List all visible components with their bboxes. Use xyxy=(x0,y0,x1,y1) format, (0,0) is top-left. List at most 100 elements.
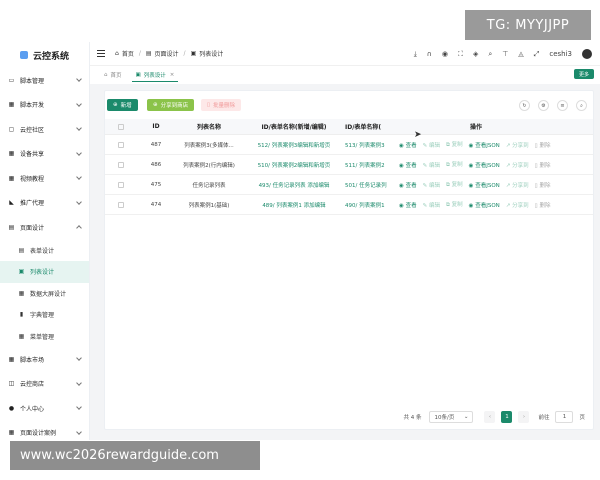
close-icon[interactable]: × xyxy=(170,72,175,78)
cell-name: 列表案例1(基础) xyxy=(188,202,230,209)
view-json-button[interactable]: ◉ 查看JSON xyxy=(469,161,500,169)
refresh-icon[interactable]: ↻ xyxy=(519,100,530,111)
sidebar-item-community[interactable]: ▢ 云控社区 xyxy=(0,117,89,142)
cell-form1-link[interactable]: 510/ 列表案例2编辑和新增页 xyxy=(243,161,345,169)
dict-icon: ▮ xyxy=(19,311,24,319)
col-header-name[interactable]: 列表名称 xyxy=(175,122,243,131)
row-checkbox[interactable] xyxy=(105,161,137,168)
sidebar-item-label: 设备共享 xyxy=(20,151,45,159)
row-checkbox[interactable] xyxy=(105,201,137,208)
sidebar-item-script-dev[interactable]: ▦ 脚本开发 xyxy=(0,93,89,118)
copy-button[interactable]: ⧉ 复制 xyxy=(446,140,463,149)
sidebar-item-script-manage[interactable]: ▭ 脚本管理 xyxy=(0,68,89,93)
tag-icon[interactable]: ◈ xyxy=(473,50,478,58)
new-button[interactable]: ⊕ 新增 xyxy=(107,99,138,111)
edit-button[interactable]: ✎ 编辑 xyxy=(423,161,440,169)
cell-form1-link[interactable]: 512/ 列表案例3编辑和新增页 xyxy=(243,141,345,149)
prev-page-button[interactable]: ‹ xyxy=(484,411,496,423)
cell-form2-link[interactable]: 501/ 任务记录列 xyxy=(345,181,399,189)
edit-button[interactable]: ✎ 编辑 xyxy=(423,141,440,149)
sidebar-subitem-menu-manage[interactable]: ▦ 菜单管理 xyxy=(0,326,89,348)
sidebar-item-video-tutorial[interactable]: ▦ 视频教程 xyxy=(0,166,89,191)
page-number-current[interactable]: 1 xyxy=(501,411,513,423)
avatar[interactable] xyxy=(582,49,592,59)
view-button[interactable]: ◉ 查看 xyxy=(399,141,417,149)
chevron-down-icon xyxy=(76,379,82,386)
more-button[interactable]: 更多 xyxy=(573,69,594,79)
row-checkbox[interactable] xyxy=(105,141,137,148)
sidebar-item-script-market[interactable]: ▦ 脚本市场 xyxy=(0,347,89,372)
view-json-button[interactable]: ◉ 查看JSON xyxy=(469,201,500,209)
play-icon[interactable]: ◉ xyxy=(442,50,448,58)
fullscreen-icon[interactable]: ⛶ xyxy=(458,50,463,59)
sidebar-item-page-design[interactable]: ▤ 页面设计 xyxy=(0,215,89,240)
delete-button[interactable]: ▯ 删除 xyxy=(535,201,551,209)
tab-home[interactable]: ⌂ 首页 xyxy=(100,68,126,82)
expand-icon[interactable]: ⤢ xyxy=(534,50,540,59)
page-size-select[interactable]: 10条/页 ⌄ xyxy=(429,411,474,423)
tab-label: 列表设计 xyxy=(143,72,166,79)
cell-form2-link[interactable]: 511/ 列表案例2 xyxy=(345,161,399,169)
view-json-button[interactable]: ◉ 查看JSON xyxy=(469,181,500,189)
next-page-button[interactable]: › xyxy=(518,411,530,423)
settings-icon[interactable]: ⚙ xyxy=(538,100,549,111)
sidebar-subitem-screen-design[interactable]: ▦ 数据大屏设计 xyxy=(0,283,89,305)
copy-button[interactable]: ⧉ 复制 xyxy=(446,160,463,169)
select-all-checkbox[interactable] xyxy=(105,123,137,130)
batch-delete-button[interactable]: ▯ 批量删除 xyxy=(201,99,242,111)
search-icon[interactable]: ⌕ xyxy=(488,50,492,59)
form-icon: ▤ xyxy=(18,246,25,254)
view-json-button[interactable]: ◉ 查看JSON xyxy=(469,141,500,149)
tab-list-design[interactable]: ▣ 列表设计 × xyxy=(131,68,179,82)
sidebar-item-label: 菜单管理 xyxy=(30,333,55,341)
headset-icon[interactable]: ∩ xyxy=(427,50,432,58)
cell-form1-link[interactable]: 493/ 任务记录列表 添加编辑 xyxy=(243,181,345,189)
bell-icon[interactable]: ◬ xyxy=(518,50,523,58)
sidebar-subitem-dict-manage[interactable]: ▮ 字典管理 xyxy=(0,304,89,326)
cell-form2-link[interactable]: 513/ 列表案例3 xyxy=(345,141,399,149)
breadcrumb-item[interactable]: 首页 xyxy=(122,49,134,58)
share-button[interactable]: ↗ 分享到 xyxy=(506,181,529,189)
share-to-store-button[interactable]: ⊕ 分享到商店 xyxy=(147,99,195,111)
edit-button[interactable]: ✎ 编辑 xyxy=(423,181,440,189)
sidebar-item-label: 推广代理 xyxy=(20,200,45,208)
delete-button[interactable]: ▯ 删除 xyxy=(535,161,551,169)
sidebar-item-store[interactable]: ◫ 云控商店 xyxy=(0,372,89,397)
col-header-id[interactable]: ID xyxy=(137,123,175,130)
sidebar-item-promotion[interactable]: ◣ 推广代理 xyxy=(0,191,89,216)
copy-button[interactable]: ⧉ 复制 xyxy=(446,180,463,189)
sidebar-item-user-center[interactable]: ● 个人中心 xyxy=(0,396,89,421)
breadcrumb-item[interactable]: 页面设计 xyxy=(155,49,179,58)
table-header: ID 列表名称 ID/表单名称(新增/编辑) ID/表单名称( 操作 xyxy=(105,119,593,135)
shirt-icon[interactable]: ⊤ xyxy=(502,50,508,58)
share-button[interactable]: ↗ 分享到 xyxy=(506,161,529,169)
sidebar-item-device-share[interactable]: ▦ 设备共享 xyxy=(0,142,89,167)
download-icon[interactable]: ⤓ xyxy=(414,50,417,59)
copy-button[interactable]: ⧉ 复制 xyxy=(446,200,463,209)
goto-page-input[interactable]: 1 xyxy=(555,411,574,423)
share-button[interactable]: ↗ 分享到 xyxy=(506,201,529,209)
view-button[interactable]: ◉ 查看 xyxy=(399,201,417,209)
sidebar-subitem-list-design[interactable]: ▣ 列表设计 xyxy=(0,261,89,283)
columns-icon[interactable]: ≡ xyxy=(557,100,568,111)
logo-icon xyxy=(20,51,28,59)
delete-button[interactable]: ▯ 删除 xyxy=(535,181,551,189)
menu-toggle-icon[interactable] xyxy=(97,50,105,57)
cell-form2-link[interactable]: 490/ 列表案例1 xyxy=(345,201,399,209)
col-header-form1[interactable]: ID/表单名称(新增/编辑) xyxy=(243,122,345,131)
list-icon: ▣ xyxy=(18,268,25,276)
sidebar-subitem-form-design[interactable]: ▤ 表单设计 xyxy=(0,240,89,262)
username[interactable]: ceshi3 xyxy=(549,50,572,58)
view-button[interactable]: ◉ 查看 xyxy=(399,161,417,169)
brand: 云控系统 xyxy=(0,42,89,68)
edit-button[interactable]: ✎ 编辑 xyxy=(423,201,440,209)
search-icon[interactable]: ⌕ xyxy=(576,100,587,111)
cell-form1-link[interactable]: 489/ 列表案例1 添加编辑 xyxy=(243,201,345,209)
cell-ops: ◉ 查看 ✎ 编辑 ⧉ 复制 ◉ 查看JSON ↗ 分享到 ▯ 删除 xyxy=(399,140,593,149)
share-button[interactable]: ↗ 分享到 xyxy=(506,141,529,149)
view-button[interactable]: ◉ 查看 xyxy=(399,181,417,189)
delete-button[interactable]: ▯ 删除 xyxy=(535,141,551,149)
tabs-bar: ⌂ 首页 ▣ 列表设计 × 更多 xyxy=(90,66,600,84)
col-header-form2[interactable]: ID/表单名称( xyxy=(345,122,399,131)
row-checkbox[interactable] xyxy=(105,181,137,188)
